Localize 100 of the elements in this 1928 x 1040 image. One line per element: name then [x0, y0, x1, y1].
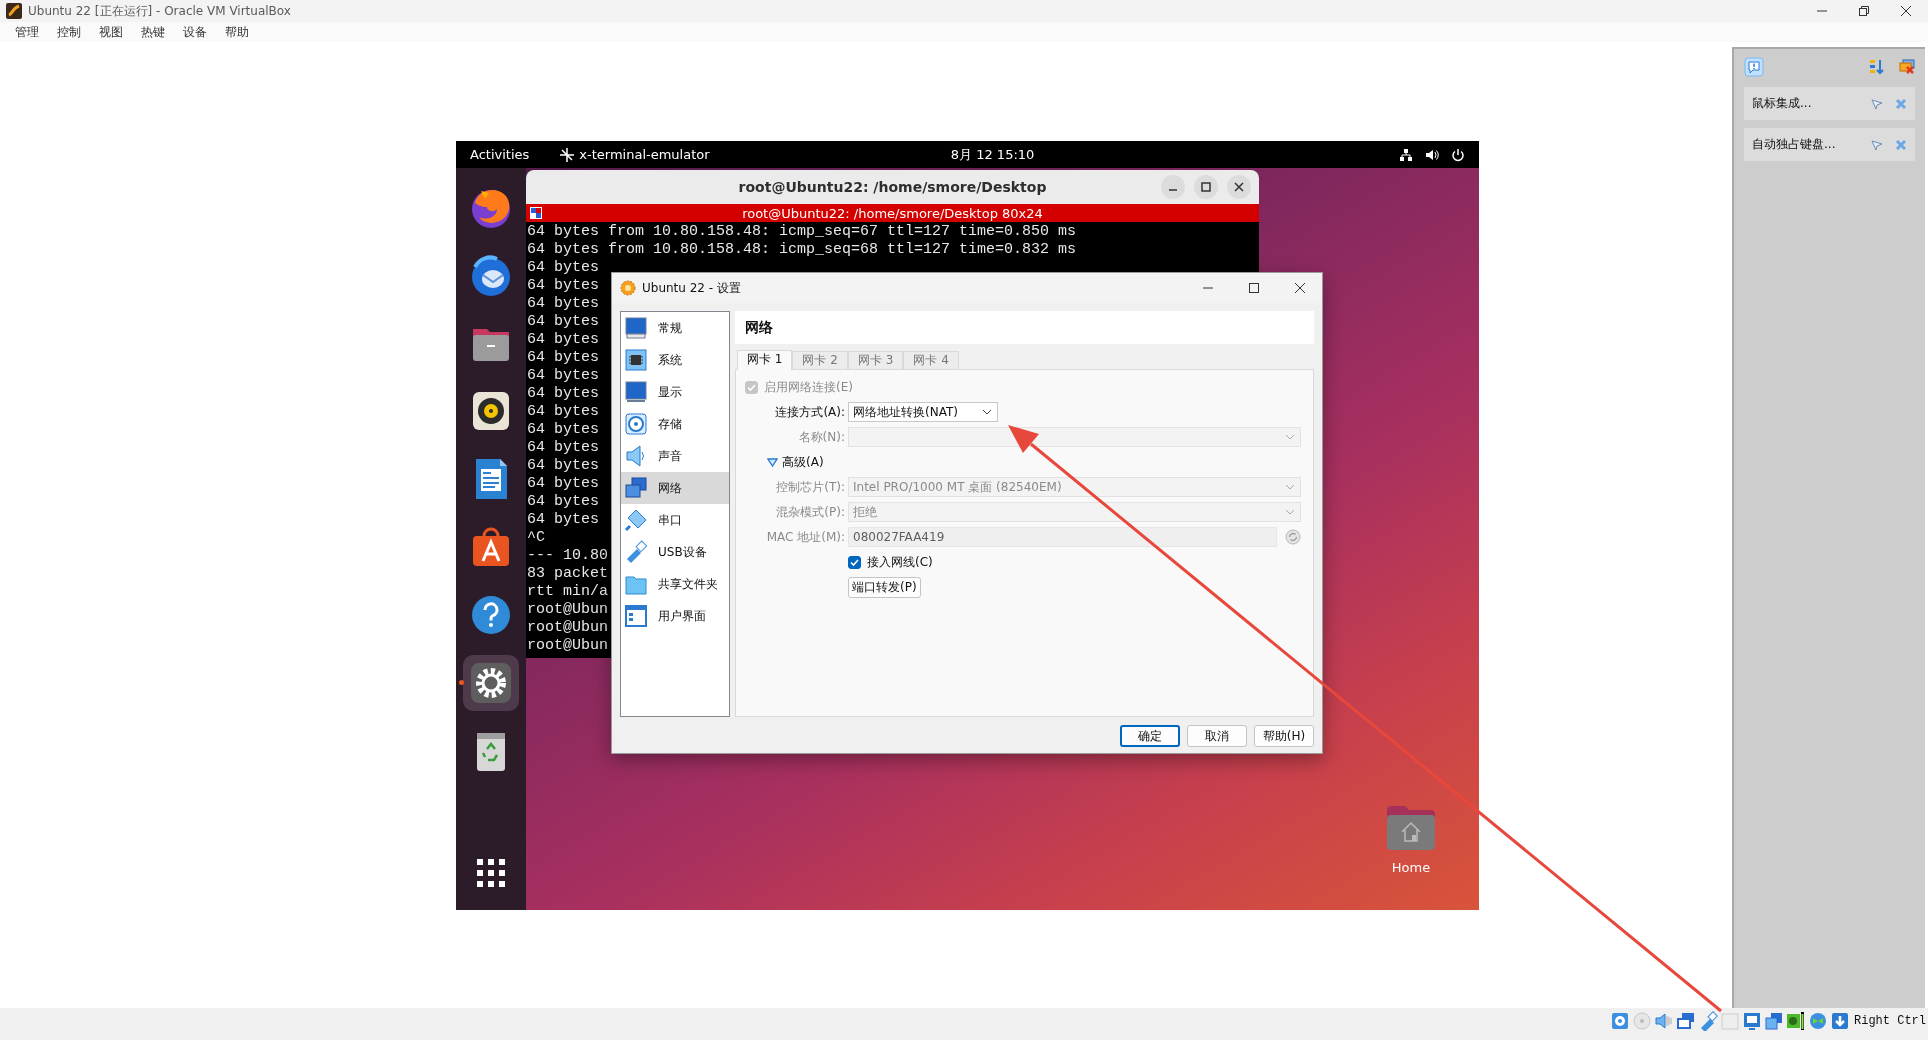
category-item[interactable]: 存储 [621, 408, 729, 440]
notification-text: 自动独占键盘... [1752, 136, 1836, 153]
section-label[interactable]: 高级(A) [782, 453, 824, 471]
home-folder-icon[interactable] [1387, 806, 1435, 850]
window-title: Ubuntu 22 [正在运行] - Oracle VM VirtualBox [28, 2, 291, 20]
checkbox-label: 启用网络连接(E) [764, 378, 853, 396]
terminal-line: 64 bytes [527, 439, 599, 457]
terminal-line: 64 bytes [527, 295, 599, 313]
tab[interactable]: 网卡 1 [737, 350, 793, 370]
field-label: 控制芯片(T): [775, 478, 845, 496]
terminal-line: 64 bytes [527, 331, 599, 349]
volume-icon[interactable] [1425, 147, 1439, 162]
plug-icon [624, 508, 648, 532]
terminal-line: 64 bytes [527, 385, 599, 403]
minimize-icon[interactable] [1161, 175, 1185, 199]
terminal-line: 64 bytes [527, 511, 599, 529]
tab[interactable]: 网卡 3 [847, 351, 904, 369]
close-icon[interactable] [1227, 175, 1251, 199]
dialog-button[interactable]: 帮助(H) [1254, 725, 1314, 747]
sort-down-icon[interactable] [1869, 59, 1885, 75]
window-title: root@Ubuntu22: /home/smore/Desktop [738, 179, 1047, 195]
chip-icon [624, 348, 648, 372]
port-forwarding-button[interactable]: 端口转发(P) [848, 577, 921, 598]
terminal-line: rtt min/a [527, 583, 608, 601]
restore-icon[interactable] [1856, 3, 1872, 19]
dropdown[interactable]: 网络地址转换(NAT) [848, 402, 998, 422]
maximize-icon[interactable] [1194, 175, 1218, 199]
menu-item[interactable]: 热键 [132, 23, 174, 41]
checkbox[interactable] [848, 555, 861, 569]
menu-item[interactable]: 视图 [90, 23, 132, 41]
terminal-line: 64 bytes [527, 457, 599, 475]
refresh-icon[interactable] [1285, 529, 1301, 545]
category-item[interactable]: USB设备 [621, 536, 729, 568]
host-key-label: Right Ctrl [1854, 1014, 1926, 1028]
caret-icon [1285, 434, 1295, 440]
close-messages-icon[interactable] [1899, 59, 1915, 75]
chip-activity-icon[interactable] [1786, 1011, 1806, 1031]
monitor-icon [624, 380, 648, 404]
window-icon [624, 604, 648, 628]
menu-item[interactable]: 管理 [6, 23, 48, 41]
window-title: Ubuntu 22 - 设置 [642, 279, 741, 297]
network-icon [624, 476, 648, 500]
caret-icon [1285, 509, 1295, 515]
app-menu[interactable]: x-terminal-emulator [579, 147, 710, 162]
network-icon[interactable] [1399, 147, 1413, 162]
terminal-line: 64 bytes [527, 277, 599, 295]
menu-item[interactable]: 设备 [174, 23, 216, 41]
keyboard-capture-icon[interactable] [1830, 1011, 1850, 1031]
tab[interactable]: 网卡 2 [792, 351, 848, 369]
close-icon[interactable] [1292, 280, 1308, 296]
category-item[interactable]: 串口 [621, 504, 729, 536]
activities-button[interactable]: Activities [470, 147, 530, 162]
category-item[interactable]: 系统 [621, 344, 729, 376]
terminal-line: --- 10.80 [527, 547, 608, 565]
tab[interactable]: 网卡 4 [903, 351, 959, 369]
windows-icon[interactable] [1764, 1011, 1784, 1031]
dialog-button[interactable]: 取消 [1187, 725, 1247, 747]
terminal-line: 64 bytes [527, 349, 599, 367]
pointer-icon[interactable] [1871, 97, 1883, 110]
field-label: 混杂模式(P): [775, 503, 845, 521]
info-icon[interactable] [1744, 57, 1764, 77]
running-indicator-dot [459, 680, 464, 685]
caret-icon [1285, 484, 1295, 490]
terminal-line: 64 bytes from 10.80.158.48: icmp_seq=67 ttl=127 time=0.850 ms [527, 223, 1077, 241]
category-item[interactable]: 常规 [621, 312, 729, 344]
gear-icon [620, 280, 636, 296]
maximize-icon[interactable] [1246, 280, 1262, 296]
terminal-line: 64 bytes [527, 475, 599, 493]
menu-item[interactable]: 帮助 [216, 23, 258, 41]
dialog-button[interactable]: 确定 [1120, 725, 1180, 747]
caret-icon [982, 409, 992, 415]
page-title: 网络 [745, 318, 773, 337]
category-item[interactable]: 共享文件夹 [621, 568, 729, 600]
power-icon[interactable] [1451, 147, 1465, 162]
terminal-line: 83 packet [527, 565, 608, 583]
display-icon[interactable] [1742, 1011, 1762, 1031]
terminal-title-text: root@Ubuntu22: /home/smore/Desktop 80x24 [742, 205, 1043, 221]
terminal-line: 64 bytes [527, 493, 599, 511]
category-item[interactable]: 用户界面 [621, 600, 729, 632]
tiles-icon [530, 207, 542, 219]
category-item[interactable]: 声音 [621, 440, 729, 472]
terminal-line: 64 bytes [527, 403, 599, 421]
terminal-line: 64 bytes [527, 367, 599, 385]
pointer-icon[interactable] [1871, 138, 1883, 151]
clock[interactable]: 8月 12 15:10 [950, 145, 1035, 164]
notification-text: 鼠标集成... [1752, 95, 1812, 112]
app-logo-icon [6, 3, 22, 19]
checkbox-label: 接入网线(C) [867, 553, 933, 571]
close-icon[interactable] [1898, 3, 1914, 19]
triangle-icon[interactable] [767, 456, 778, 468]
category-item[interactable]: 网络 [621, 472, 729, 504]
terminal-line: root@Ubun [527, 601, 608, 619]
category-item[interactable]: 显示 [621, 376, 729, 408]
icon-label: Home [1391, 860, 1431, 875]
field-label: 名称(N): [797, 428, 845, 446]
menu-item[interactable]: 控制 [48, 23, 90, 41]
field-label: 连接方式(A): [774, 403, 845, 421]
terminal-line: 64 bytes from 10.80.158.48: icmp_seq=68 ttl=127 time=0.832 ms [527, 241, 1077, 259]
terminal-line: 64 bytes [527, 313, 599, 331]
terminal-line: 64 bytes [527, 421, 599, 439]
